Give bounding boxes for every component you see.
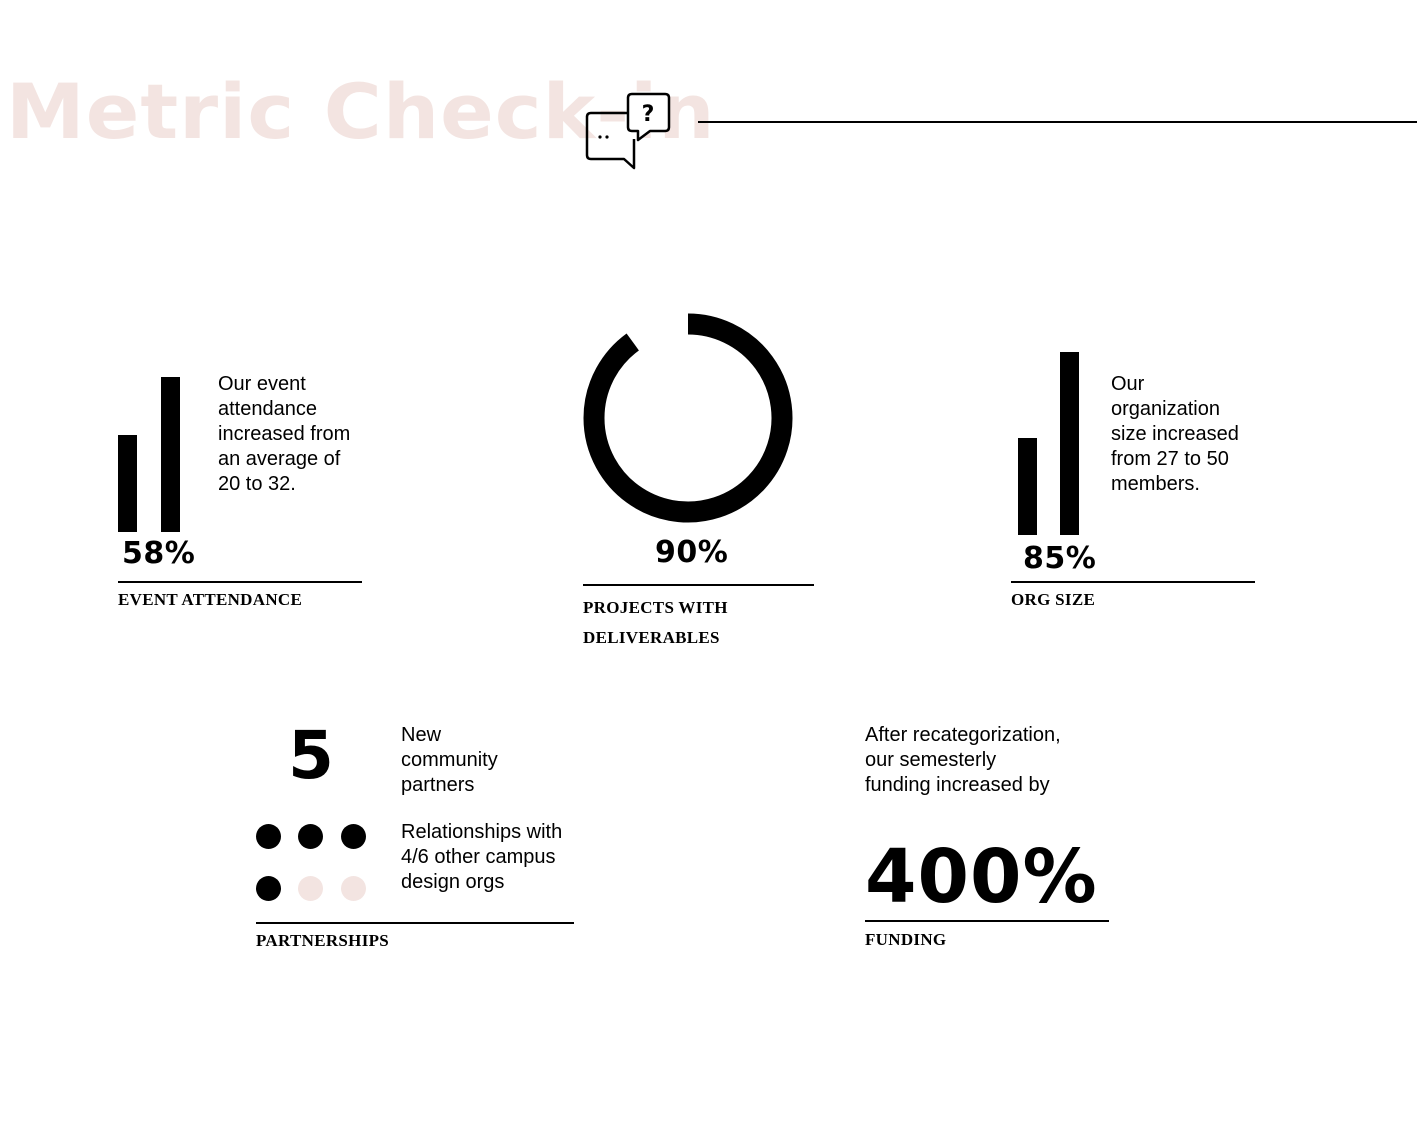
bar-before (118, 435, 137, 532)
progress-ring (578, 308, 798, 528)
event-attendance-rule (118, 581, 362, 583)
org-size-rule (1011, 581, 1255, 583)
svg-text:?: ? (642, 102, 655, 127)
projects-caption-line2: DELIVERABLES (583, 628, 720, 647)
projects-percent: 90% (655, 535, 729, 570)
header-divider (698, 121, 1417, 123)
bar-before (1018, 438, 1037, 535)
chat-question-icon: ? (584, 91, 672, 171)
dot (298, 876, 323, 901)
event-attendance-percent: 58% (122, 536, 196, 571)
funding-rule (865, 920, 1109, 922)
event-attendance-caption: EVENT ATTENDANCE (118, 590, 303, 609)
dot (298, 824, 323, 849)
relationship-dots (256, 824, 368, 902)
dot (341, 824, 366, 849)
funding-description: After recategorization, our semesterly f… (865, 724, 1061, 796)
bar-after (161, 377, 180, 532)
event-attendance-description: Our event attendance increased from an a… (218, 373, 351, 495)
org-size-percent: 85% (1023, 541, 1097, 576)
partnerships-rule (256, 922, 574, 924)
dot (256, 824, 281, 849)
partners-count-label: New community partners (401, 724, 498, 796)
dot (256, 876, 281, 901)
partnerships-caption: PARTNERSHIPS (256, 931, 390, 950)
org-size-caption: ORG SIZE (1011, 590, 1096, 609)
org-size-description: Our organization size increased from 27 … (1111, 373, 1239, 495)
partners-count: 5 (288, 717, 334, 794)
funding-percent: 400% (865, 834, 1098, 920)
projects-caption-line1: PROJECTS WITH (583, 598, 728, 617)
dot (341, 876, 366, 901)
projects-rule (583, 584, 814, 586)
relationships-description: Relationships with 4/6 other campus desi… (401, 821, 563, 893)
funding-caption: FUNDING (865, 930, 947, 949)
bar-after (1060, 352, 1079, 535)
